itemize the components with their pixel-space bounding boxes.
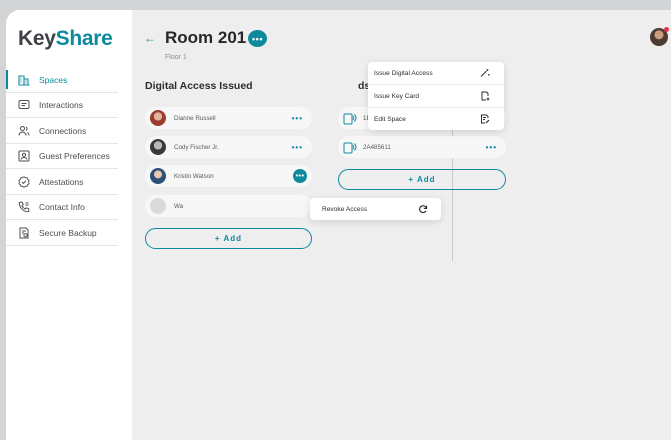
list-item[interactable]: 2A485611 ••• xyxy=(338,136,506,158)
card-id: 2A485611 xyxy=(363,143,391,151)
person-name: Cody Fischer Jr. xyxy=(174,143,219,151)
list-item[interactable]: Kristin Watson ••• xyxy=(145,165,312,187)
list-item[interactable]: Cody Fischer Jr. ••• xyxy=(145,136,312,158)
sidebar-item-label: Secure Backup xyxy=(39,227,97,238)
avatar xyxy=(150,110,166,126)
logo-text-key: Key xyxy=(18,27,56,50)
revoke-access-popup[interactable]: Revoke Access xyxy=(310,198,441,220)
user-avatar[interactable] xyxy=(650,27,669,46)
sidebar-item-label: Interactions xyxy=(39,100,83,111)
avatar xyxy=(150,139,166,155)
menu-item-issue-key-card[interactable]: Issue Key Card xyxy=(368,84,504,107)
card-add-icon xyxy=(481,91,490,101)
menu-item-label: Issue Digital Access xyxy=(374,69,433,77)
sidebar-item-label: Spaces xyxy=(39,74,68,85)
row-more-button[interactable]: ••• xyxy=(292,114,303,123)
key-card-icon xyxy=(343,113,357,125)
avatar-placeholder xyxy=(150,198,166,214)
sidebar-item-spaces[interactable]: Spaces xyxy=(6,67,132,93)
sidebar-nav: Spaces Interactions Connections Guest Pr… xyxy=(6,67,132,246)
list-item[interactable]: Wa xyxy=(145,195,312,217)
sidebar-item-contact-info[interactable]: Contact Info xyxy=(6,195,132,220)
add-digital-access-button[interactable]: + Add xyxy=(145,228,312,249)
sidebar-item-connections[interactable]: Connections xyxy=(6,118,132,144)
row-more-button[interactable]: ••• xyxy=(292,143,303,152)
back-arrow-icon[interactable]: ← xyxy=(144,31,156,45)
user-card-icon xyxy=(18,150,30,162)
person-name: Wa xyxy=(174,202,184,210)
app-window: KeyShare Spaces Interactions Connections… xyxy=(6,10,671,440)
sidebar-item-label: Connections xyxy=(39,125,87,136)
sidebar-item-secure-backup[interactable]: Secure Backup xyxy=(6,220,132,246)
main-content: ← Room 201 Floor 1 ••• Digital Access Is… xyxy=(132,10,671,440)
person-name: Dianne Russell xyxy=(174,114,216,122)
sidebar-item-attestations[interactable]: Attestations xyxy=(6,169,132,195)
badge-check-icon xyxy=(18,175,30,188)
list-item[interactable]: Dianne Russell ••• xyxy=(145,107,312,129)
logo-text-share: Share xyxy=(55,27,113,50)
digital-access-heading: Digital Access Issued xyxy=(145,80,253,92)
menu-item-issue-digital-access[interactable]: Issue Digital Access xyxy=(368,62,504,84)
more-options-button[interactable]: ••• xyxy=(248,30,267,47)
row-more-button[interactable]: ••• xyxy=(293,169,307,183)
sidebar: KeyShare Spaces Interactions Connections… xyxy=(6,10,132,440)
sidebar-item-label: Attestations xyxy=(39,176,84,187)
menu-item-label: Edit Space xyxy=(374,115,406,123)
sidebar-item-label: Contact Info xyxy=(39,202,85,213)
divider xyxy=(6,244,118,246)
edit-doc-icon xyxy=(481,114,490,124)
add-key-card-button[interactable]: + Add xyxy=(338,169,506,190)
page-subtitle: Floor 1 xyxy=(165,54,187,61)
wand-icon xyxy=(480,69,490,77)
app-logo: KeyShare xyxy=(18,27,113,51)
backup-doc-icon xyxy=(19,227,29,239)
menu-item-edit-space[interactable]: Edit Space xyxy=(368,107,504,130)
people-icon xyxy=(18,125,30,136)
menu-item-label: Issue Key Card xyxy=(374,92,420,100)
sidebar-item-guest-preferences[interactable]: Guest Preferences xyxy=(6,144,132,169)
row-more-button[interactable]: ••• xyxy=(486,143,497,152)
revoke-access-label: Revoke Access xyxy=(322,205,368,213)
refresh-icon xyxy=(419,205,428,214)
sidebar-item-interactions[interactable]: Interactions xyxy=(6,93,132,118)
space-options-menu: Issue Digital Access Issue Key Card Edit… xyxy=(368,62,504,130)
person-name: Kristin Watson xyxy=(174,172,214,180)
page-title: Room 201 xyxy=(165,28,247,47)
key-card-icon xyxy=(343,142,357,154)
avatar xyxy=(150,168,166,184)
phone-icon xyxy=(18,201,30,213)
chat-icon xyxy=(18,100,30,110)
sidebar-item-label: Guest Preferences xyxy=(39,151,110,162)
building-icon xyxy=(18,75,30,86)
